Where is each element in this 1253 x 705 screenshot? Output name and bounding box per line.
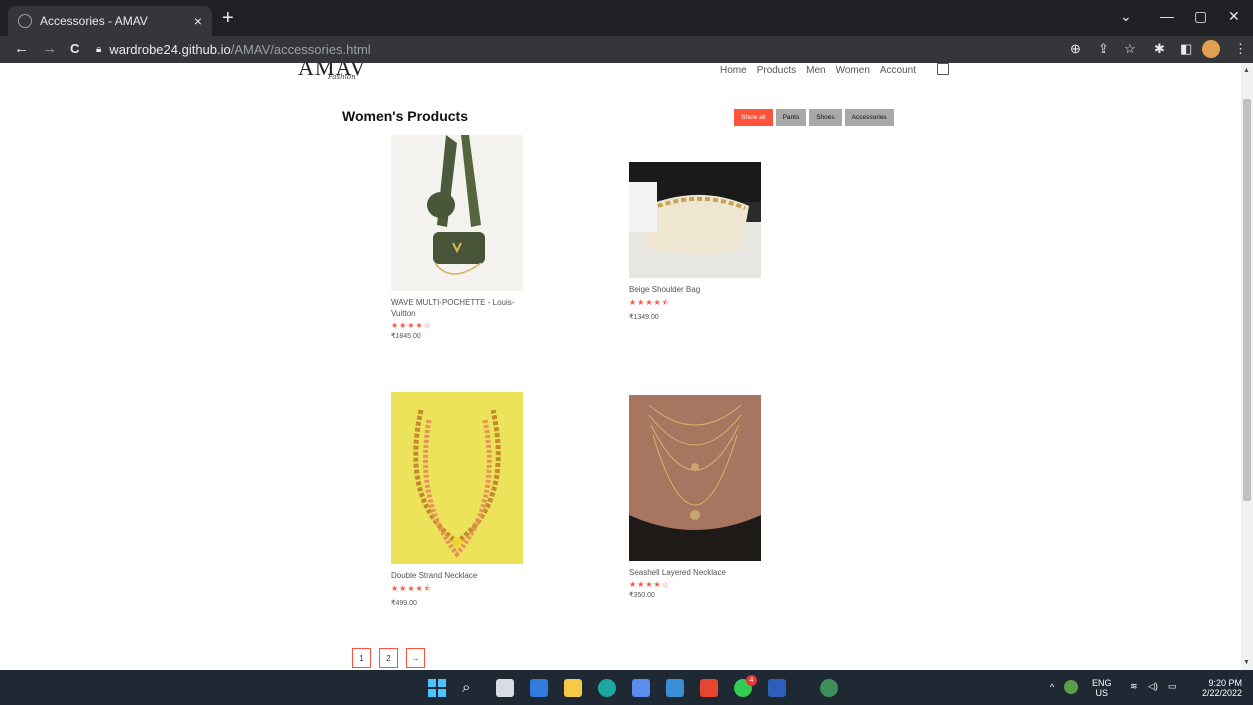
globe-icon bbox=[18, 14, 32, 28]
product-price: ₹350.00 bbox=[629, 592, 655, 599]
address-bar: ← → C 🔒︎ wardrobe24.github.io/AMAV/acces… bbox=[0, 36, 1253, 63]
nav-home[interactable]: Home bbox=[720, 65, 747, 76]
profile-avatar[interactable] bbox=[1202, 40, 1220, 58]
browser-tab[interactable]: Accessories - AMAV × bbox=[8, 6, 212, 36]
wifi-icon[interactable]: ≋ bbox=[1130, 681, 1138, 691]
product-name[interactable]: Double Strand Necklace bbox=[391, 570, 526, 581]
region-label: US bbox=[1095, 688, 1109, 698]
product-rating: ★★★★☆ bbox=[391, 321, 432, 330]
lang-label: ENG bbox=[1092, 678, 1112, 688]
filter-accessories[interactable]: Accessories bbox=[844, 109, 894, 126]
chrome-icon[interactable] bbox=[820, 679, 838, 697]
start-icon[interactable] bbox=[428, 679, 446, 697]
search-icon[interactable]: ⌕ bbox=[462, 679, 480, 697]
extensions-icon[interactable]: ✱ bbox=[1154, 41, 1165, 57]
mail-icon[interactable] bbox=[666, 679, 684, 697]
minimize-icon[interactable]: — bbox=[1160, 8, 1174, 24]
notification-badge: 4 bbox=[746, 675, 757, 686]
tab-title: Accessories - AMAV bbox=[40, 14, 148, 28]
page-1-button[interactable]: 1 bbox=[352, 648, 371, 668]
cart-icon[interactable] bbox=[937, 63, 949, 75]
site-logo-subtitle: Fashion bbox=[328, 73, 356, 81]
product-name[interactable]: Seashell Layered Necklace bbox=[629, 567, 764, 578]
web-page: AMAV Fashion Home Products Men Women Acc… bbox=[0, 63, 1241, 670]
windows-taskbar: ⌕ 4 ^ ENG US ≋ ◁) ▭ 9:20 PM 2/22/2022 bbox=[0, 670, 1253, 705]
show-hidden-icons[interactable]: ^ bbox=[1050, 682, 1054, 692]
page-title: Women's Products bbox=[342, 108, 468, 124]
language-indicator[interactable]: ENG US bbox=[1092, 678, 1112, 698]
scrollbar-thumb[interactable] bbox=[1243, 99, 1251, 501]
battery-icon[interactable]: ▭ bbox=[1168, 681, 1177, 691]
file-explorer-icon[interactable] bbox=[564, 679, 582, 697]
pagination: 1 2 → bbox=[352, 648, 425, 668]
lock-icon: 🔒︎ bbox=[96, 44, 102, 55]
filter-shoes[interactable]: Shoes bbox=[809, 109, 842, 126]
filter-show-all[interactable]: Show all bbox=[734, 109, 773, 126]
page-scrollbar[interactable]: ▲ ▼ bbox=[1241, 63, 1253, 670]
clock[interactable]: 9:20 PM 2/22/2022 bbox=[1192, 678, 1242, 698]
url-host: wardrobe24.github.io bbox=[109, 42, 231, 57]
product-price: ₹499.00 bbox=[391, 600, 417, 607]
product-rating: ★★★★⯪ bbox=[391, 584, 433, 593]
product-card[interactable]: Seashell Layered Necklace ★★★★☆ ₹350.00 bbox=[629, 395, 764, 599]
reload-button[interactable]: C bbox=[70, 41, 79, 56]
product-price: ₹1349.00 bbox=[629, 314, 659, 321]
product-image-double-strand[interactable] bbox=[391, 392, 523, 564]
date: 2/22/2022 bbox=[1201, 688, 1242, 698]
bookmark-star-icon[interactable]: ☆ bbox=[1124, 41, 1136, 57]
browser-title-bar: Accessories - AMAV × + ⌄ — ▢ ✕ bbox=[0, 0, 1253, 36]
office-icon[interactable] bbox=[700, 679, 718, 697]
product-rating: ★★★★☆ bbox=[629, 580, 670, 589]
page-2-button[interactable]: 2 bbox=[379, 648, 398, 668]
scroll-up-arrow[interactable]: ▲ bbox=[1243, 67, 1250, 74]
nav-men[interactable]: Men bbox=[806, 65, 825, 76]
product-image-seashell[interactable] bbox=[629, 395, 761, 561]
close-window-icon[interactable]: ✕ bbox=[1228, 8, 1240, 25]
back-button[interactable]: ← bbox=[14, 40, 29, 57]
product-image-beige-bag[interactable] bbox=[629, 162, 761, 278]
product-image-multi-pochette[interactable] bbox=[391, 135, 523, 291]
scroll-down-arrow[interactable]: ▼ bbox=[1243, 659, 1250, 666]
url-path: /AMAV/accessories.html bbox=[230, 42, 371, 57]
product-name[interactable]: WAVE MULTI-POCHETTE - Louis-Vuitton bbox=[391, 297, 526, 319]
forward-button[interactable]: → bbox=[42, 40, 57, 57]
menu-kebab-icon[interactable]: ⋮ bbox=[1234, 41, 1247, 57]
tab-close-icon[interactable]: × bbox=[194, 13, 202, 29]
zoom-icon[interactable]: ⊕ bbox=[1070, 41, 1081, 57]
site-nav: Home Products Men Women Account bbox=[720, 65, 916, 76]
time: 9:20 PM bbox=[1208, 678, 1242, 688]
task-view-icon[interactable] bbox=[496, 679, 514, 697]
product-card[interactable]: Double Strand Necklace ★★★★⯪ ₹499.00 bbox=[391, 392, 526, 607]
share-icon[interactable]: ⇪ bbox=[1098, 41, 1109, 57]
widgets-icon[interactable] bbox=[530, 679, 548, 697]
nav-products[interactable]: Products bbox=[757, 65, 796, 76]
product-card[interactable]: WAVE MULTI-POCHETTE - Louis-Vuitton ★★★★… bbox=[391, 135, 526, 340]
maximize-icon[interactable]: ▢ bbox=[1194, 8, 1207, 25]
tab-search-icon[interactable]: ⌄ bbox=[1120, 8, 1132, 25]
new-tab-button[interactable]: + bbox=[222, 8, 234, 28]
volume-icon[interactable]: ◁) bbox=[1148, 681, 1158, 691]
side-panel-icon[interactable]: ◧ bbox=[1180, 41, 1192, 57]
product-rating: ★★★★⯪ bbox=[629, 298, 671, 307]
filter-bar: Show all Pants Shoes Accessories bbox=[734, 109, 894, 126]
product-price: ₹1845.00 bbox=[391, 333, 421, 340]
nav-account[interactable]: Account bbox=[880, 65, 916, 76]
nav-women[interactable]: Women bbox=[836, 65, 870, 76]
product-name[interactable]: Beige Shoulder Bag bbox=[629, 284, 764, 295]
hidden-app-icon[interactable] bbox=[1064, 680, 1078, 694]
next-page-button[interactable]: → bbox=[406, 648, 425, 668]
url-field[interactable]: 🔒︎ wardrobe24.github.io/AMAV/accessories… bbox=[96, 39, 1046, 60]
word-icon[interactable] bbox=[768, 679, 786, 697]
edge-icon[interactable] bbox=[598, 679, 616, 697]
filter-pants[interactable]: Pants bbox=[775, 109, 807, 126]
store-icon[interactable] bbox=[632, 679, 650, 697]
product-card[interactable]: Beige Shoulder Bag ★★★★⯪ ₹1349.00 bbox=[629, 162, 764, 321]
